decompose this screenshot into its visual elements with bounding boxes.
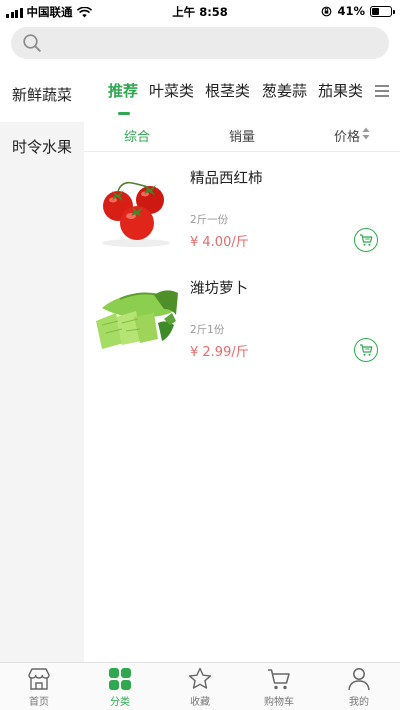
nav-item-cart[interactable]: 购物车 <box>249 666 309 708</box>
nav-item-home[interactable]: 首页 <box>9 666 69 708</box>
battery-icon <box>370 5 395 17</box>
home-icon <box>28 668 50 690</box>
radish-image <box>92 273 180 361</box>
sort-sales[interactable]: 销量 <box>229 126 255 145</box>
nav-label: 首页 <box>29 697 49 708</box>
cart-icon <box>360 234 373 246</box>
cart-icon <box>268 669 290 690</box>
product-spec: 2斤1份 <box>190 324 225 336</box>
sidebar-item-fresh-vegetables[interactable]: 新鲜蔬菜 <box>0 68 84 122</box>
add-to-cart-button[interactable] <box>354 228 378 252</box>
menu-icon[interactable] <box>374 84 390 98</box>
sidebar-item-seasonal-fruits[interactable]: 时令水果 <box>0 120 84 174</box>
tab-recommended[interactable]: 推荐 <box>108 80 138 101</box>
star-icon <box>188 667 212 689</box>
product-spec: 2斤一份 <box>190 214 229 226</box>
product-item[interactable]: 潍坊萝卜 2斤1份 ¥ 2.99/斤 <box>84 265 400 375</box>
bottom-navigation: 首页 分类 收藏 购物车 我的 <box>0 662 400 710</box>
nav-label: 购物车 <box>264 697 294 708</box>
battery-percent: 41% <box>337 4 365 18</box>
orientation-lock-icon <box>322 6 332 16</box>
product-name: 精品西红柿 <box>190 171 263 187</box>
sort-toggle-icon <box>362 127 370 140</box>
product-price: ¥ 2.99/斤 <box>190 345 249 360</box>
tab-solanaceous[interactable]: 茄果类 <box>318 80 363 101</box>
add-to-cart-button[interactable] <box>354 338 378 362</box>
user-icon <box>348 668 370 691</box>
nav-label: 分类 <box>110 697 130 708</box>
tab-onion-ginger-garlic[interactable]: 葱姜蒜 <box>262 80 307 101</box>
search-icon <box>23 34 41 52</box>
search-bar[interactable] <box>11 27 389 59</box>
sort-price[interactable]: 价格 <box>334 126 360 145</box>
product-item[interactable]: 精品西红柿 2斤一份 ¥ 4.00/斤 <box>84 155 400 265</box>
product-name: 潍坊萝卜 <box>190 281 248 297</box>
product-price: ¥ 4.00/斤 <box>190 235 249 250</box>
status-bar: 中国联通 上午 8:58 41% <box>0 0 400 22</box>
nav-item-favorites[interactable]: 收藏 <box>170 666 230 708</box>
nav-item-category[interactable]: 分类 <box>90 666 150 708</box>
category-icon <box>109 668 131 690</box>
battery-level <box>372 7 380 15</box>
nav-label: 收藏 <box>190 697 210 708</box>
category-sidebar: 新鲜蔬菜 时令水果 <box>0 68 84 662</box>
cart-icon <box>360 344 373 356</box>
nav-label: 我的 <box>349 697 369 708</box>
status-right: 41% <box>321 4 395 18</box>
tab-root-vegetables[interactable]: 根茎类 <box>205 80 250 101</box>
sort-bar: 综合 销量 价格 <box>84 116 400 152</box>
subcategory-tabs: 推荐 叶菜类 根茎类 葱姜蒜 茄果类 <box>84 68 400 114</box>
active-tab-indicator <box>118 112 130 115</box>
nav-item-profile[interactable]: 我的 <box>329 666 389 708</box>
sort-comprehensive[interactable]: 综合 <box>124 126 150 145</box>
tomato-image <box>102 181 170 247</box>
tab-leafy-vegetables[interactable]: 叶菜类 <box>149 80 194 101</box>
app-screen: 中国联通 上午 8:58 41% 新鲜蔬菜 时令水果 推荐 叶菜类 根茎类 葱姜… <box>0 0 400 710</box>
